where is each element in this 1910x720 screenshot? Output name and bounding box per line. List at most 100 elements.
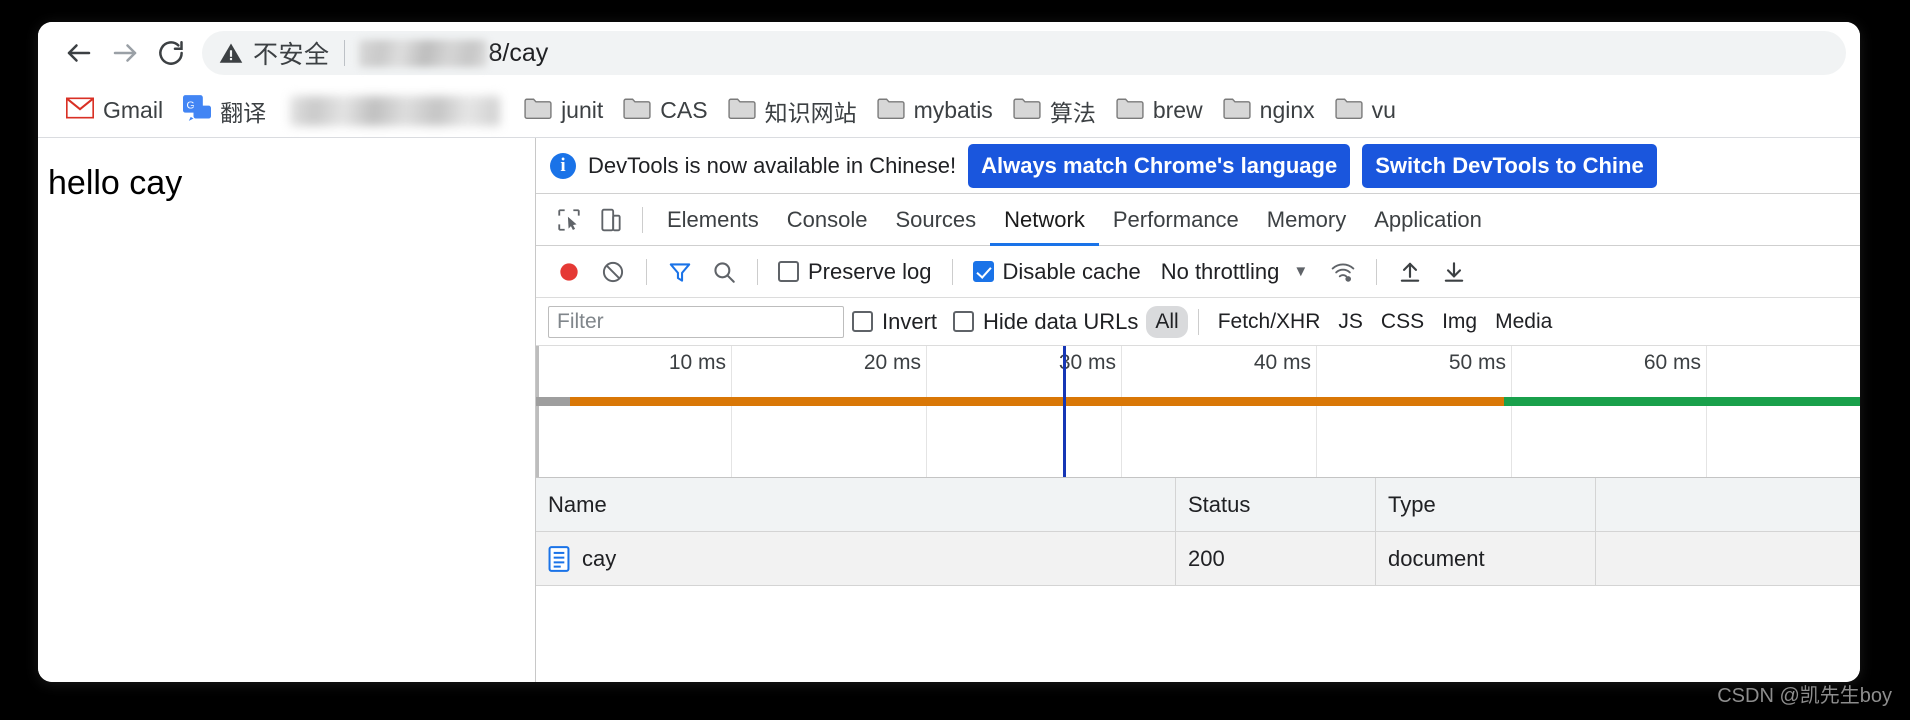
filter-input[interactable]: Filter — [548, 305, 844, 338]
warning-triangle-icon — [218, 40, 244, 66]
address-bar[interactable]: 不安全 8/cay — [202, 31, 1846, 75]
resource-filter-js[interactable]: JS — [1329, 306, 1372, 338]
security-status-label: 不安全 — [253, 41, 330, 69]
folder-icon — [524, 97, 552, 125]
bookmark-gmail[interactable]: Gmail — [56, 92, 173, 129]
column-header-type[interactable]: Type — [1376, 478, 1596, 531]
devtools-panel: i DevTools is now available in Chinese! … — [536, 138, 1860, 682]
toolbar-divider-2 — [757, 258, 758, 285]
column-header-name[interactable]: Name — [536, 478, 1176, 531]
devtools-language-banner: i DevTools is now available in Chinese! … — [536, 138, 1860, 194]
device-toolbar-icon[interactable] — [590, 200, 632, 240]
viewport-split: hello cay i DevTools is now available in… — [38, 138, 1860, 682]
arrow-right-icon — [110, 38, 140, 68]
toolbar-divider-3 — [951, 258, 953, 285]
network-conditions-icon[interactable] — [1322, 252, 1364, 292]
toolbar-divider-1 — [646, 258, 647, 285]
bookmark-algorithms[interactable]: 算法 — [1003, 89, 1106, 133]
switch-devtools-language-button[interactable]: Switch DevTools to Chine — [1362, 143, 1657, 188]
bar-segment-waiting — [570, 397, 1504, 406]
bookmark-nginx[interactable]: nginx — [1213, 92, 1325, 130]
download-har-icon[interactable] — [1433, 252, 1475, 292]
bookmark-junit[interactable]: junit — [514, 92, 613, 130]
filter-divider — [1197, 308, 1199, 335]
page-heading: hello cay — [48, 164, 183, 202]
tab-sources[interactable]: Sources — [881, 194, 990, 246]
resource-filter-all[interactable]: All — [1146, 305, 1188, 338]
bookmark-vu[interactable]: vu — [1325, 92, 1406, 130]
redacted-bookmark-blur[interactable] — [290, 95, 501, 126]
timeline-tick-label: 60 ms — [1643, 351, 1701, 374]
tab-application[interactable]: Application — [1360, 194, 1496, 246]
resource-filter-fetch-xhr[interactable]: Fetch/XHR — [1209, 306, 1330, 338]
column-header-status[interactable]: Status — [1176, 478, 1376, 531]
bookmark-label: 知识网站 — [764, 99, 857, 126]
info-icon: i — [550, 152, 576, 179]
invert-label: Invert — [882, 308, 938, 334]
folder-icon — [623, 97, 651, 125]
overview-request-bar — [536, 397, 1860, 406]
bookmark-brew[interactable]: brew — [1106, 92, 1213, 130]
bookmark-knowledge-sites[interactable]: 知识网站 — [718, 89, 867, 133]
folder-icon — [727, 97, 756, 125]
banner-message: DevTools is now available in Chinese! — [588, 152, 957, 178]
hide-data-urls-label: Hide data URLs — [983, 308, 1139, 334]
checkbox-box — [852, 311, 873, 332]
invert-checkbox[interactable]: Invert — [844, 309, 945, 335]
upload-har-icon[interactable] — [1389, 252, 1431, 292]
cell-name[interactable]: cay — [536, 532, 1176, 585]
tabbar-divider — [642, 206, 643, 233]
resource-filter-media[interactable]: Media — [1486, 306, 1561, 338]
overview-left-edge — [536, 346, 539, 477]
bookmark-label: Gmail — [103, 97, 164, 123]
checkbox-box — [778, 261, 799, 282]
table-row[interactable]: cay 200 document — [536, 532, 1860, 586]
bookmark-label: vu — [1371, 97, 1396, 123]
throttling-select[interactable]: No throttling — [1151, 259, 1286, 285]
timeline-tick-label: 30 ms — [1058, 351, 1116, 374]
timeline-gridline: 20 ms — [864, 346, 927, 477]
bookmarks-bar: Gmail G 翻译 junit CAS 知识网站 mybatis 算法 bre… — [38, 84, 1860, 138]
clear-icon[interactable] — [592, 252, 634, 292]
toolbar-divider-4 — [1376, 258, 1378, 285]
hide-data-urls-checkbox[interactable]: Hide data URLs — [945, 309, 1146, 335]
resource-filter-img[interactable]: Img — [1433, 306, 1486, 338]
bookmark-label: CAS — [660, 97, 708, 123]
resource-filter-css[interactable]: CSS — [1372, 306, 1433, 338]
bookmark-label: 翻译 — [220, 99, 267, 126]
preserve-log-checkbox[interactable]: Preserve log — [770, 259, 940, 285]
reload-button[interactable] — [148, 30, 194, 76]
bookmark-cas[interactable]: CAS — [613, 92, 717, 130]
tab-network[interactable]: Network — [990, 194, 1099, 246]
cell-status: 200 — [1176, 532, 1376, 585]
chevron-down-icon[interactable]: ▼ — [1287, 263, 1320, 280]
table-header-row: Name Status Type — [536, 478, 1860, 532]
disable-cache-checkbox[interactable]: Disable cache — [965, 259, 1149, 285]
request-name: cay — [582, 545, 617, 571]
disable-cache-label: Disable cache — [1002, 258, 1141, 284]
timeline-gridline: 30 ms — [1059, 346, 1122, 477]
tab-elements[interactable]: Elements — [653, 194, 773, 246]
tab-memory[interactable]: Memory — [1253, 194, 1360, 246]
record-button-icon[interactable] — [548, 252, 590, 292]
checkbox-box — [953, 311, 975, 332]
search-icon[interactable] — [703, 252, 745, 292]
bookmark-translate[interactable]: G 翻译 — [173, 89, 276, 133]
timeline-gridline: 50 ms — [1449, 346, 1512, 477]
network-filter-bar: Filter Invert Hide data URLs All Fetch/X… — [536, 298, 1860, 346]
bookmark-label: junit — [561, 97, 604, 123]
tab-performance[interactable]: Performance — [1099, 194, 1253, 246]
timeline-playhead[interactable] — [1063, 346, 1066, 477]
network-overview-timeline[interactable]: 10 ms 20 ms 30 ms 40 ms 50 ms 60 ms — [536, 346, 1860, 478]
bookmark-mybatis[interactable]: mybatis — [867, 92, 1003, 130]
browser-toolbar: 不安全 8/cay — [38, 22, 1860, 84]
filter-funnel-icon[interactable] — [659, 252, 701, 292]
inspect-cursor-icon[interactable] — [548, 200, 590, 240]
forward-button[interactable] — [102, 30, 148, 76]
folder-icon — [1116, 97, 1144, 125]
back-button[interactable] — [56, 30, 102, 76]
arrow-left-icon — [64, 38, 94, 68]
url-text: 8/cay — [358, 39, 548, 68]
tab-console[interactable]: Console — [773, 194, 882, 246]
always-match-language-button[interactable]: Always match Chrome's language — [968, 143, 1351, 188]
